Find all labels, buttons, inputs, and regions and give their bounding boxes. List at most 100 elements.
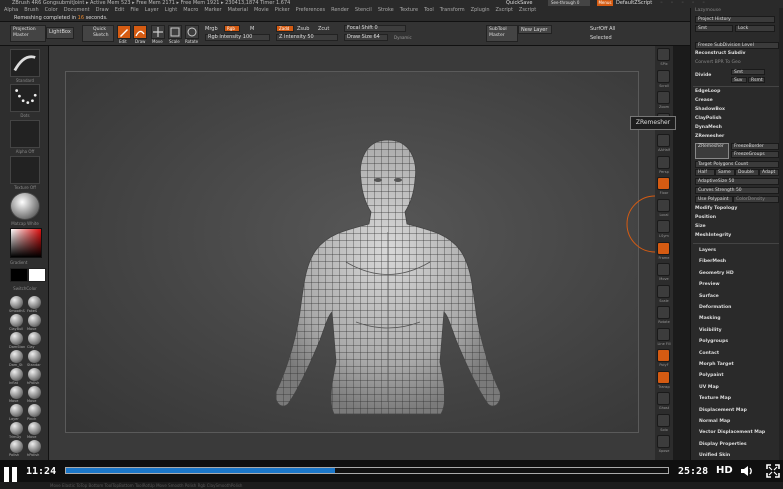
main-color-swatch[interactable] — [10, 268, 28, 282]
floor-icon[interactable] — [657, 177, 670, 190]
mesh-integrity-section[interactable]: MeshIntegrity — [695, 233, 731, 238]
surf-off-all-button[interactable]: SurfOff All — [590, 26, 615, 32]
shadowbox-section[interactable]: ShadowBox — [695, 107, 725, 112]
freeze-border-toggle[interactable]: FreezeBorder — [731, 143, 779, 150]
menu-item[interactable]: Stroke — [378, 7, 394, 13]
line-fill-icon[interactable] — [657, 327, 670, 341]
secondary-color-swatch[interactable] — [28, 268, 46, 282]
scale-icon[interactable] — [657, 284, 670, 298]
menu-item[interactable]: Render — [331, 7, 349, 13]
menu-item[interactable]: Tool — [424, 7, 434, 13]
zcut-toggle[interactable]: Zcut — [318, 26, 329, 32]
section-polypaint[interactable]: Polypaint — [699, 373, 724, 378]
smt-toggle[interactable]: Smt — [695, 25, 733, 32]
z-intensity-slider[interactable]: Z Intensity 50 — [276, 34, 338, 41]
crease-section[interactable]: Crease — [695, 98, 713, 103]
rgb-toggle[interactable]: Rgb — [224, 25, 240, 32]
lock-toggle[interactable]: Lock — [735, 25, 775, 32]
same-button[interactable]: Same — [715, 169, 735, 176]
section-visibility[interactable]: Visibility — [699, 328, 722, 333]
quicksave-button[interactable]: QuickSave — [506, 0, 532, 6]
panel-scrollbar[interactable] — [779, 8, 783, 460]
section-surface[interactable]: Surface — [699, 294, 719, 299]
divide-button[interactable]: Divide — [695, 73, 711, 78]
suv-toggle[interactable]: Suv — [731, 77, 747, 83]
brush-sphere-icon[interactable] — [10, 332, 23, 345]
menu-item[interactable]: Color — [45, 7, 58, 13]
persp-icon[interactable] — [657, 155, 670, 169]
section-geometry-hd[interactable]: Geometry HD — [699, 271, 734, 276]
modify-topology-section[interactable]: Modify Topology — [695, 206, 737, 211]
menu-item[interactable]: Zscript — [496, 7, 513, 13]
fullscreen-icon[interactable] — [766, 464, 780, 478]
alpha-thumbnail[interactable] — [10, 120, 40, 148]
section-contact[interactable]: Contact — [699, 351, 719, 356]
focal-shift-slider[interactable]: Focal Shift 0 — [344, 25, 406, 32]
freeze-groups-toggle[interactable]: FreezeGroups — [731, 151, 779, 158]
reconstruct-subdiv-button[interactable]: Reconstruct Subdiv — [695, 51, 746, 56]
menu-item[interactable]: Texture — [400, 7, 418, 13]
menu-item[interactable]: Brush — [24, 7, 38, 13]
projection-master-button[interactable]: Projection Master — [10, 25, 46, 42]
menu-item[interactable]: Transform — [440, 7, 465, 13]
brush-sphere-icon[interactable] — [10, 314, 23, 327]
texture-thumbnail[interactable] — [10, 156, 40, 184]
mrgb-toggle[interactable]: Mrgb — [205, 26, 218, 32]
claypolish-section[interactable]: ClayPolish — [695, 116, 722, 121]
menu-item[interactable]: Stencil — [355, 7, 372, 13]
section-uv-map[interactable]: UV Map — [699, 385, 719, 390]
adapt-toggle[interactable]: Adapt — [759, 169, 779, 176]
project-history-button[interactable]: Project History — [695, 16, 775, 23]
position-section[interactable]: Position — [695, 215, 716, 220]
rgb-intensity-slider[interactable]: Rgb Intensity 100 — [205, 34, 270, 41]
brush-sphere-icon[interactable] — [10, 422, 23, 435]
brush-sphere-icon[interactable] — [10, 440, 23, 453]
convert-bpr-button[interactable]: Convert BPR To Geo — [695, 60, 741, 65]
stroke-thumbnail[interactable] — [10, 84, 40, 112]
lazymouse-label[interactable]: Lazymouse — [695, 8, 721, 13]
progress-track[interactable] — [65, 467, 669, 474]
section-vector-displacement-map[interactable]: Vector Displacement Map — [699, 430, 765, 435]
menu-item[interactable]: File — [130, 7, 138, 13]
freeze-subdivision-button[interactable]: Freeze SubDivision Level — [695, 42, 779, 49]
menu-item[interactable]: Zscript — [519, 7, 536, 13]
use-polypaint-toggle[interactable]: Use Polypaint — [695, 196, 733, 203]
edgeloop-section[interactable]: EdgeLoop — [695, 89, 720, 94]
pause-button[interactable] — [3, 467, 19, 483]
mesh-model[interactable] — [66, 72, 640, 434]
zadd-toggle[interactable]: Zadd — [276, 25, 294, 32]
brush-sphere-icon[interactable] — [28, 368, 41, 381]
curves-strength-slider[interactable]: Curves Strength 50 — [695, 187, 779, 194]
volume-icon[interactable] — [740, 464, 754, 478]
brush-sphere-icon[interactable] — [28, 440, 41, 453]
menu-item[interactable]: Alpha — [4, 7, 18, 13]
brush-sphere-icon[interactable] — [28, 314, 41, 327]
zremesher-section[interactable]: ZRemesher — [695, 134, 724, 139]
zremesher-button[interactable]: ZRemesher — [695, 143, 729, 159]
double-button[interactable]: Double — [735, 169, 759, 176]
section-polygroups[interactable]: Polygroups — [699, 339, 728, 344]
rotate-icon[interactable] — [657, 306, 670, 319]
new-layer-button[interactable]: New Layer — [518, 25, 552, 34]
menu-item[interactable]: Marker — [204, 7, 221, 13]
brush-sphere-icon[interactable] — [28, 296, 41, 309]
dynamesh-section[interactable]: DynaMesh — [695, 125, 722, 130]
local-icon[interactable] — [657, 198, 670, 212]
menu-item[interactable]: Preferences — [296, 7, 325, 13]
zoom-icon[interactable] — [657, 91, 670, 104]
rotate-icon[interactable] — [185, 25, 199, 39]
spix-icon[interactable] — [657, 48, 670, 61]
menu-item[interactable]: Zplugin — [471, 7, 490, 13]
rsmt-toggle[interactable]: Rsmt — [748, 77, 765, 83]
aahalf-icon[interactable] — [657, 134, 670, 147]
solo-icon[interactable] — [657, 413, 670, 427]
color-picker[interactable] — [10, 228, 42, 258]
brush-sphere-icon[interactable] — [28, 386, 41, 399]
draw-icon[interactable] — [133, 25, 147, 39]
material-thumbnail[interactable] — [10, 192, 40, 220]
zsub-toggle[interactable]: Zsub — [297, 26, 309, 32]
document-canvas[interactable] — [65, 71, 639, 433]
scale-icon[interactable] — [168, 25, 182, 39]
brush-sphere-icon[interactable] — [28, 404, 41, 417]
menu-item[interactable]: Picker — [275, 7, 290, 13]
